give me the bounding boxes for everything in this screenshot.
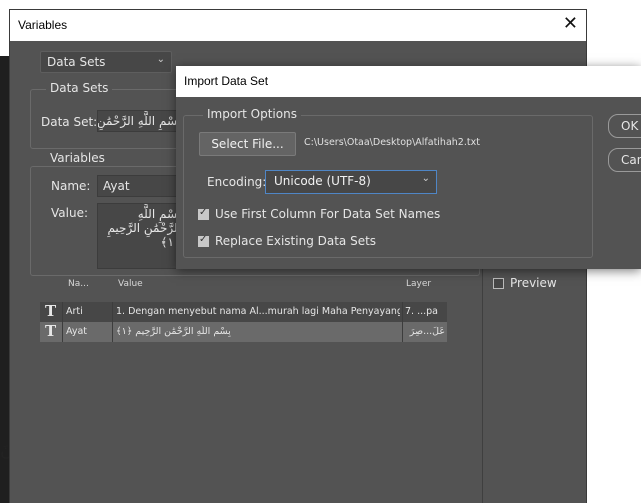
encoding-select[interactable]: Unicode (UTF-8) ⌄ <box>265 170 437 194</box>
text-layer-icon: T <box>45 302 57 320</box>
variables-group-label: Variables <box>46 151 109 165</box>
table-row[interactable]: T Ayat بِسْمِ اللَّهِ الرَّحْمَٰنِ الرَّ… <box>40 322 447 342</box>
preview-label: Preview <box>510 276 557 290</box>
table-cell-name: Ayat <box>66 326 88 337</box>
encoding-select-value: Unicode (UTF-8) <box>274 174 371 188</box>
use-first-column-option[interactable]: Use First Column For Data Set Names <box>198 207 440 221</box>
table-cell-layer: عَلَ...صِرَ <box>409 326 445 337</box>
text-layer-icon: T <box>45 322 57 340</box>
import-data-set-dialog: Import Data Set Import Options Select Fi… <box>176 66 641 269</box>
value-label: Value: <box>51 206 88 220</box>
data-sets-group-label: Data Sets <box>46 81 113 95</box>
name-label: Name: <box>51 179 91 193</box>
file-path-text: C:\Users\Otaa\Desktop\Alfatihah2.txt <box>304 137 480 148</box>
value-textarea[interactable]: بِسْمِ اللَّهِ الرَّحْمَٰنِ الرَّحِيمِ ﴿… <box>97 203 187 269</box>
ok-button[interactable]: OK <box>608 114 641 138</box>
preview-checkbox-box[interactable] <box>493 278 504 289</box>
data-set-label: Data Set: <box>41 115 98 129</box>
cancel-button[interactable]: Cancel <box>608 148 641 172</box>
name-select[interactable]: Ayat <box>97 175 187 197</box>
use-first-column-label: Use First Column For Data Set Names <box>215 207 441 221</box>
table-cell-value: 1. Dengan menyebut nama Al...murah lagi … <box>116 306 400 317</box>
table-row[interactable]: T Arti 1. Dengan menyebut nama Al...mura… <box>40 302 447 322</box>
table-header-name[interactable]: Na... <box>68 279 89 299</box>
table-header-value[interactable]: Value <box>118 279 143 299</box>
import-options-label: Import Options <box>203 107 301 121</box>
chevron-down-icon: ⌄ <box>421 173 430 184</box>
replace-existing-label: Replace Existing Data Sets <box>215 234 377 248</box>
replace-existing-checkbox[interactable] <box>198 234 209 247</box>
table-cell-value: بِسْمِ اللَّهِ الرَّحْمَٰنِ الرَّحِيمِ ﴿… <box>116 326 231 337</box>
table-cell-layer: 7. ...pa <box>405 306 438 317</box>
mode-select-value: Data Sets <box>47 55 106 69</box>
variables-dialog-title: Variables <box>18 18 68 32</box>
use-first-column-checkbox[interactable] <box>198 207 209 220</box>
table-cell-name: Arti <box>66 306 83 317</box>
right-button-panel: Preview <box>482 260 587 503</box>
select-file-button[interactable]: Select File... <box>199 132 296 156</box>
encoding-label: Encoding: <box>207 175 267 189</box>
chevron-down-icon: ⌄ <box>156 54 165 65</box>
import-titlebar: Import Data Set <box>176 66 641 97</box>
preview-checkbox[interactable]: Preview <box>493 276 557 290</box>
replace-existing-option[interactable]: Replace Existing Data Sets <box>198 234 376 248</box>
variables-titlebar: Variables ✕ <box>10 10 586 41</box>
table-header-layer[interactable]: Layer <box>406 279 431 299</box>
mode-select[interactable]: Data Sets ⌄ <box>40 51 172 73</box>
close-icon[interactable]: ✕ <box>563 13 578 34</box>
import-dialog-title: Import Data Set <box>184 74 269 88</box>
data-set-select[interactable]: بِسْمِ اللَّهِ الرَّحْمَٰنِ الرَّحِيمِ ﴿… <box>97 110 187 132</box>
